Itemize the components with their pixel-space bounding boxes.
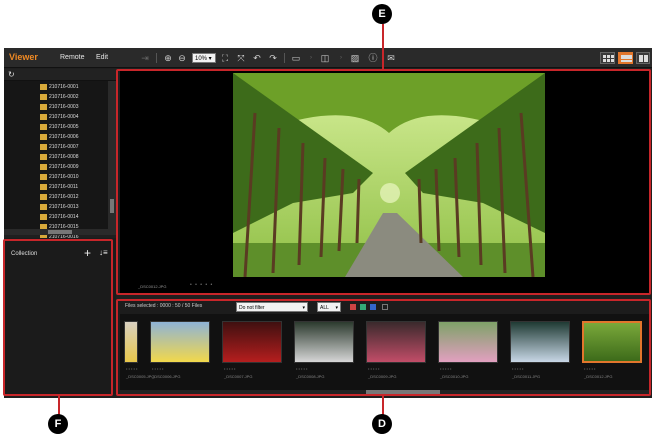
callout-d-box	[116, 299, 651, 396]
folder-icon	[40, 194, 47, 200]
zoom-in-icon[interactable]: ⊕	[161, 51, 175, 65]
folder-item[interactable]: 210716-0009	[40, 162, 108, 172]
zoom-out-icon[interactable]: ⊖	[175, 51, 189, 65]
folder-icon	[40, 134, 47, 140]
folder-item[interactable]: 210716-0010	[40, 172, 108, 182]
folder-label: 210716-0014	[49, 214, 79, 220]
folder-icon	[40, 84, 47, 90]
compare-view-button[interactable]	[636, 52, 650, 64]
actual-size-icon[interactable]: ⤧	[234, 51, 248, 65]
folder-label: 210716-0004	[49, 114, 79, 120]
callout-d-badge: D	[372, 414, 392, 434]
folder-icon	[40, 114, 47, 120]
folder-label: 210716-0003	[49, 104, 79, 110]
menu-bar: Viewer Remote Edit ⇥ ⊕ ⊖ 10% ▾ ⛶ ⤧ ↶ ↷ ▭…	[4, 48, 652, 68]
folder-icon	[40, 164, 47, 170]
info-icon[interactable]: ⓘ	[366, 51, 380, 65]
folder-label: 210716-0002	[49, 94, 79, 100]
folder-item[interactable]: 210716-0005	[40, 122, 108, 132]
compare-icon[interactable]: ▭	[289, 51, 303, 65]
folder-label: 210716-0010	[49, 174, 79, 180]
folder-label: 210716-0005	[49, 124, 79, 130]
folder-item[interactable]: 210716-0001	[40, 82, 108, 92]
zoom-select[interactable]: 10% ▾	[192, 53, 216, 63]
folder-icon	[40, 204, 47, 210]
folder-label: 210716-0012	[49, 194, 79, 200]
grid-view-button[interactable]	[600, 52, 615, 64]
menu-remote[interactable]: Remote	[60, 54, 85, 61]
folder-label: 210716-0007	[49, 144, 79, 150]
callout-f-box	[3, 239, 113, 396]
arrow-icon[interactable]: ›	[334, 51, 348, 65]
export-icon[interactable]: ⇥	[138, 51, 152, 65]
refresh-icon[interactable]: ↻	[8, 70, 15, 79]
rotate-right-icon[interactable]: ↷	[266, 51, 280, 65]
app-title: Viewer	[9, 52, 38, 62]
toolbar-divider	[156, 53, 157, 63]
tree-scrollbar[interactable]	[108, 81, 116, 235]
callout-e-badge: E	[372, 4, 392, 24]
callout-f-line	[58, 396, 60, 416]
image-icon[interactable]: ▨	[348, 51, 362, 65]
folder-label: 210716-0001	[49, 84, 79, 90]
folder-icon	[40, 174, 47, 180]
folder-item[interactable]: 210716-0007	[40, 142, 108, 152]
side-by-side-icon[interactable]: ◫	[318, 51, 332, 65]
folder-label: 210716-0006	[49, 134, 79, 140]
folder-item[interactable]: 210716-0008	[40, 152, 108, 162]
folder-item[interactable]: 210716-0003	[40, 102, 108, 112]
folder-item[interactable]: 210716-0012	[40, 192, 108, 202]
folder-tree-panel: ↻ 210716-0001 210716-0002 210716-0003 21071…	[4, 69, 116, 282]
tree-horizontal-scrollbar[interactable]	[4, 229, 108, 235]
menu-edit[interactable]: Edit	[96, 54, 108, 61]
mail-icon[interactable]: ✉	[384, 51, 398, 65]
folder-item[interactable]: 210716-0006	[40, 132, 108, 142]
callout-e-line	[382, 24, 384, 70]
folder-icon	[40, 94, 47, 100]
folder-item[interactable]: 210716-0014	[40, 212, 108, 222]
folder-label: 210716-0013	[49, 204, 79, 210]
zoom-value: 10%	[195, 56, 208, 62]
rotate-left-icon[interactable]: ↶	[250, 51, 264, 65]
folder-icon	[40, 184, 47, 190]
folder-icon	[40, 124, 47, 130]
folder-item[interactable]: 210716-0013	[40, 202, 108, 212]
callout-d-line	[382, 396, 384, 416]
folder-label: 210716-0008	[49, 154, 79, 160]
callout-e-box	[116, 69, 651, 295]
toolbar-divider	[284, 53, 285, 63]
arrow-icon[interactable]: ›	[304, 51, 318, 65]
folder-item[interactable]: 210716-0004	[40, 112, 108, 122]
filmstrip-view-button[interactable]	[618, 52, 633, 64]
folder-icon	[40, 144, 47, 150]
folder-icon	[40, 214, 47, 220]
callout-f-badge: F	[48, 414, 68, 434]
fit-screen-icon[interactable]: ⛶	[218, 51, 232, 65]
folder-icon	[40, 104, 47, 110]
folder-item[interactable]: 210716-0011	[40, 182, 108, 192]
folder-item[interactable]: 210716-0002	[40, 92, 108, 102]
folder-label: 210716-0009	[49, 164, 79, 170]
folder-label: 210716-0011	[49, 184, 79, 190]
tree-toolbar: ↻	[4, 69, 116, 81]
folder-icon	[40, 154, 47, 160]
